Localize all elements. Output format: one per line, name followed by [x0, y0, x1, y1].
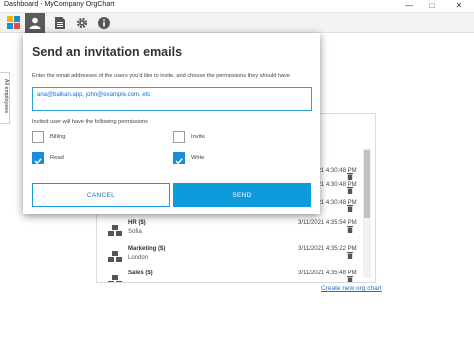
send-button[interactable]: SEND — [173, 183, 311, 207]
org-chart-location: London — [128, 255, 149, 261]
scrollbar-thumb[interactable] — [364, 150, 370, 218]
window-title: Dashboard - MyCompany OrgChart — [4, 1, 115, 8]
title-bar: Dashboard - MyCompany OrgChart — □ ✕ — [0, 0, 474, 13]
org-chart-name: Sales ($) — [128, 270, 153, 276]
all-employees-label: All employees — [3, 78, 9, 114]
org-chart-location: Sofia — [128, 229, 142, 235]
info-icon[interactable] — [94, 13, 114, 33]
maximize-icon[interactable]: □ — [425, 0, 439, 12]
cancel-button[interactable]: CANCEL — [32, 183, 170, 207]
dialog-title: Send an invitation emails — [32, 45, 183, 59]
org-chart-name: HR ($) — [128, 220, 146, 226]
org-chart-icon — [108, 274, 122, 282]
dialog-instructions: Enter the email addresses of the users y… — [32, 73, 290, 79]
emails-field[interactable]: ana@balkan.app, john@example.com, etc — [32, 87, 312, 111]
create-org-chart-link[interactable]: Create new org chart — [321, 285, 382, 292]
close-icon[interactable]: ✕ — [452, 0, 466, 12]
minimize-icon[interactable]: — — [402, 0, 416, 12]
check-icon — [34, 158, 42, 165]
list-item[interactable]: Marketing ($) London 3/11/2021 4:35:22 P… — [108, 246, 363, 268]
trash-icon[interactable] — [347, 220, 353, 238]
trash-icon[interactable] — [347, 246, 353, 264]
trash-icon[interactable] — [347, 199, 353, 217]
checkbox-box[interactable] — [173, 152, 185, 165]
org-chart-icon — [108, 224, 122, 242]
checkbox-label: Read — [50, 155, 64, 161]
user-icon[interactable] — [25, 13, 45, 33]
checkbox-label: Invite — [191, 134, 205, 140]
org-chart-icon — [108, 250, 122, 268]
invite-dialog: Send an invitation emails Enter the emai… — [23, 33, 320, 214]
app-logo-icon[interactable] — [4, 13, 24, 33]
document-icon[interactable] — [50, 13, 70, 33]
checkbox-label: Write — [191, 155, 205, 161]
checkbox-label: Billing — [50, 134, 66, 140]
gear-icon[interactable] — [72, 13, 92, 33]
org-chart-name: Marketing ($) — [128, 246, 166, 252]
trash-icon[interactable] — [347, 181, 353, 199]
list-item[interactable]: HR ($) Sofia 3/11/2021 4:35:54 PM — [108, 220, 363, 242]
permissions-label: Invited user will have the following per… — [32, 119, 148, 125]
checkbox-box[interactable] — [173, 131, 185, 143]
trash-icon[interactable] — [347, 270, 353, 282]
checkbox-box[interactable] — [32, 131, 44, 143]
list-item[interactable]: Sales ($) 3/11/2021 4:35:48 PM — [108, 270, 363, 282]
check-icon — [175, 158, 183, 165]
checkbox-box[interactable] — [32, 152, 44, 165]
toolbar — [0, 13, 474, 33]
all-employees-tab[interactable]: All employees — [0, 72, 10, 124]
